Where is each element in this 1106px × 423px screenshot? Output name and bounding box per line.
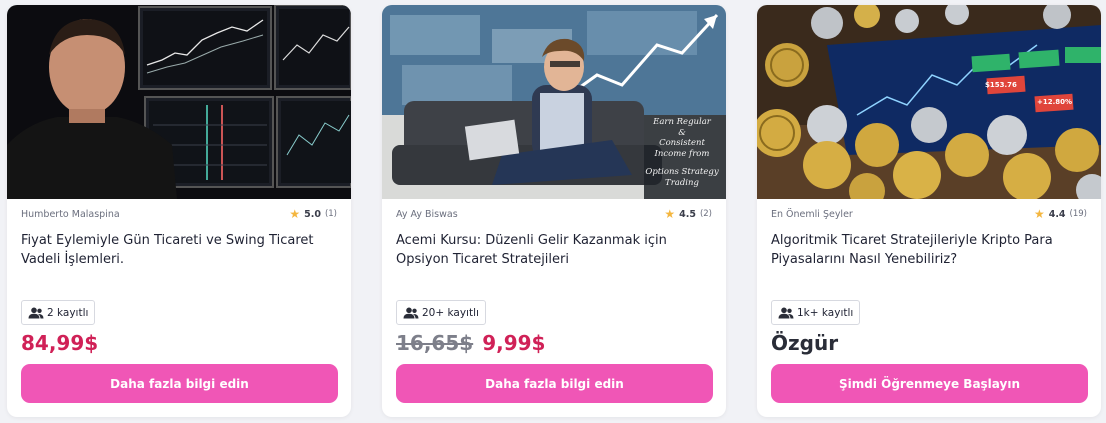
caption-line: Options Strategy bbox=[645, 167, 719, 177]
course-card[interactable]: $153.76 +12.80% En Önemli Şeyler ★ 4.4 (… bbox=[757, 5, 1101, 417]
course-title[interactable]: Algoritmik Ticaret Stratejileriyle Kript… bbox=[771, 231, 1071, 269]
price: 84,99$ bbox=[21, 331, 99, 355]
thumbnail-caption: Earn Regular & Consistent Income from Op… bbox=[642, 117, 722, 188]
learn-more-button[interactable]: Daha fazla bilgi edin bbox=[21, 364, 338, 403]
rating-score: 4.4 bbox=[1048, 208, 1066, 220]
caption-line: Trading bbox=[665, 177, 699, 188]
start-learning-button[interactable]: Şimdi Öğrenmeye Başlayın bbox=[771, 364, 1088, 403]
course-author[interactable]: En Önemli Şeyler bbox=[771, 209, 853, 220]
change-ticker: +12.80% bbox=[1037, 98, 1073, 106]
rating-score: 4.5 bbox=[679, 208, 696, 220]
course-thumbnail[interactable]: Earn Regular & Consistent Income from Op… bbox=[382, 5, 726, 199]
price: 9,99$ bbox=[482, 331, 546, 355]
course-title[interactable]: Acemi Kursu: Düzenli Gelir Kazanmak için… bbox=[396, 231, 696, 269]
price-ticker: $153.76 bbox=[985, 81, 1017, 89]
course-thumbnail[interactable] bbox=[7, 5, 351, 199]
enrollment-count: 1k+ kayıtlı bbox=[797, 306, 854, 319]
enrollment-count: 20+ kayıtlı bbox=[422, 306, 479, 319]
rating-count: (1) bbox=[324, 209, 337, 219]
star-icon: ★ bbox=[1033, 207, 1045, 221]
rating-score: 5.0 bbox=[304, 208, 321, 220]
original-price: 16,65$ bbox=[396, 331, 474, 355]
price-row: 16,65$ 9,99$ bbox=[396, 331, 545, 355]
rating-count: (2) bbox=[699, 209, 712, 219]
course-author[interactable]: Ay Ay Biswas bbox=[396, 209, 458, 220]
course-author[interactable]: Humberto Malaspina bbox=[21, 209, 120, 220]
learn-more-button[interactable]: Daha fazla bilgi edin bbox=[396, 364, 713, 403]
enrollment-badge: 1k+ kayıtlı bbox=[771, 300, 861, 325]
enrollment-count: 2 kayıtlı bbox=[47, 306, 89, 319]
enrollment-badge: 2 kayıtlı bbox=[21, 300, 96, 325]
caption-line: Earn Regular bbox=[653, 117, 711, 127]
course-rating: ★ 5.0 (1) bbox=[289, 208, 337, 220]
trader-photo bbox=[7, 5, 351, 199]
course-card[interactable]: Earn Regular & Consistent Income from Op… bbox=[382, 5, 726, 417]
users-icon bbox=[28, 307, 44, 318]
users-icon bbox=[403, 307, 419, 318]
star-icon: ★ bbox=[289, 207, 301, 221]
star-icon: ★ bbox=[664, 207, 676, 221]
course-title[interactable]: Fiyat Eylemiyle Gün Ticareti ve Swing Ti… bbox=[21, 231, 321, 269]
caption-line: Consistent bbox=[659, 138, 705, 148]
price-row: Özgür bbox=[771, 331, 838, 355]
price-free: Özgür bbox=[771, 331, 839, 355]
users-icon bbox=[778, 307, 794, 318]
caption-line: & bbox=[678, 127, 686, 138]
enrollment-badge: 20+ kayıtlı bbox=[396, 300, 486, 325]
course-rating: ★ 4.4 (19) bbox=[1034, 208, 1087, 220]
price-row: 84,99$ bbox=[21, 331, 98, 355]
course-thumbnail[interactable]: $153.76 +12.80% bbox=[757, 5, 1101, 199]
caption-line: Income from bbox=[654, 148, 710, 159]
course-rating: ★ 4.5 (2) bbox=[664, 208, 712, 220]
rating-count: (19) bbox=[1069, 209, 1087, 219]
course-card[interactable]: Humberto Malaspina ★ 5.0 (1) Fiyat Eylem… bbox=[7, 5, 351, 417]
